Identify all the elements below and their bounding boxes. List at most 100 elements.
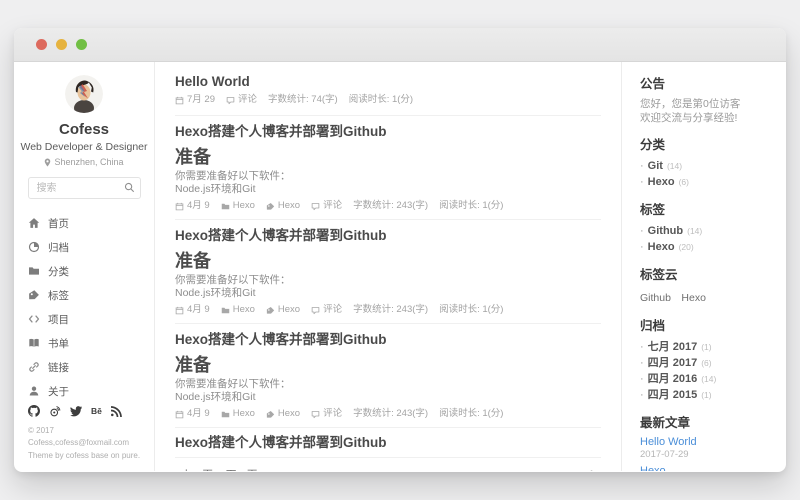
post-category-link[interactable]: Hexo (221, 305, 255, 315)
post-section-heading: 准备 (175, 355, 601, 375)
pagination-prev[interactable]: ‹ 上一页 (175, 469, 213, 471)
archive-item: 四月 2016 (14) (640, 371, 772, 387)
sidebar-nav: 首页 归档 分类 标签 项目 (14, 211, 154, 403)
archive-item: 四月 2017 (6) (640, 355, 772, 371)
post: Hexo搭建个人博客并部署到Github (175, 428, 601, 458)
archive-link[interactable]: 四月 2015 (648, 387, 698, 403)
post-comments-link[interactable]: 评论 (226, 95, 257, 105)
behance-icon[interactable]: Bē (91, 406, 102, 416)
post-comments-link[interactable]: 评论 (311, 201, 342, 211)
tag-icon (266, 306, 275, 315)
code-icon (28, 313, 40, 325)
tag-link[interactable]: Hexo (648, 239, 675, 255)
post-title[interactable]: Hexo搭建个人博客并部署到Github (175, 435, 601, 450)
post-category-link[interactable]: Hexo (221, 201, 255, 211)
browser-window: Cofess Web Developer & Designer Shenzhen… (14, 28, 786, 472)
comment-icon (226, 96, 235, 105)
tag-icon (266, 410, 275, 419)
profile-name: Cofess (59, 121, 109, 138)
avatar-image (65, 75, 103, 113)
tagcloud-title: 标签云 (640, 264, 772, 283)
post-wordcount: 字数统计: 243(字) (353, 201, 428, 211)
post-category-link[interactable]: Hexo (221, 409, 255, 419)
tag-link[interactable]: Github (648, 223, 683, 239)
post-comments-link[interactable]: 评论 (311, 305, 342, 315)
archive-count: (1) (701, 339, 711, 355)
weibo-icon[interactable] (49, 405, 61, 417)
archives-title: 归档 (640, 315, 772, 334)
archive-count: (14) (701, 371, 716, 387)
post-readtime: 阅读时长: 1(分) (439, 409, 503, 419)
post: Hello World 7月 29 评论 字数统计: 74(字) 阅读时长: 1… (175, 62, 601, 116)
minimize-window-button[interactable] (56, 39, 67, 50)
tagcloud-link[interactable]: Github (640, 292, 671, 304)
post-tag-link[interactable]: Hexo (266, 201, 300, 211)
archive-link[interactable]: 四月 2017 (648, 355, 698, 371)
post-excerpt-line: Node.js环境和Git (175, 287, 601, 300)
category-count: (6) (679, 174, 689, 190)
tag-icon (266, 202, 275, 211)
archive-link[interactable]: 七月 2017 (648, 339, 698, 355)
post-title[interactable]: Hexo搭建个人博客并部署到Github (175, 228, 601, 243)
tag-icon (28, 289, 40, 301)
pagination: ‹ 上一页 下一页 › Page 1 of 3 (175, 458, 601, 471)
archive-count: (6) (701, 355, 711, 371)
folder-icon (221, 306, 230, 315)
sidebar-item-archives[interactable]: 归档 (14, 235, 154, 259)
avatar[interactable] (65, 75, 103, 113)
post-title[interactable]: Hexo搭建个人博客并部署到Github (175, 124, 601, 139)
github-icon[interactable] (28, 405, 40, 417)
rss-icon[interactable] (111, 405, 123, 417)
post-meta: 4月 9 Hexo Hexo 评论 字数统计: 243(字) (175, 409, 601, 419)
pagination-next[interactable]: 下一页 › (226, 469, 264, 471)
sidebar-item-home[interactable]: 首页 (14, 211, 154, 235)
comment-icon (311, 306, 320, 315)
tagcloud-link[interactable]: Hexo (681, 292, 706, 304)
post-readtime: 阅读时长: 1(分) (439, 201, 503, 211)
sidebar-item-projects[interactable]: 项目 (14, 307, 154, 331)
notice-title: 公告 (640, 73, 772, 92)
sidebar-item-categories[interactable]: 分类 (14, 259, 154, 283)
calendar-icon (175, 202, 184, 211)
folder-icon (221, 410, 230, 419)
latest-post-date: 2017-07-29 (640, 449, 772, 461)
latest-posts: Hello World 2017-07-29 Hexo Hexo搭建个人博客并部… (640, 436, 772, 471)
post-readtime: 阅读时长: 1(分) (439, 305, 503, 315)
post-tag-link[interactable]: Hexo (266, 409, 300, 419)
profile-location-text: Shenzhen, China (54, 157, 123, 167)
post-wordcount: 字数统计: 243(字) (353, 305, 428, 315)
folder-icon (221, 202, 230, 211)
post-date: 4月 9 (175, 305, 210, 315)
calendar-icon (175, 96, 184, 105)
maximize-window-button[interactable] (76, 39, 87, 50)
post-title[interactable]: Hello World (175, 74, 601, 89)
sidebar-item-books[interactable]: 书单 (14, 331, 154, 355)
search-icon[interactable] (124, 182, 135, 193)
archive-item: 七月 2017 (1) (640, 339, 772, 355)
tag-item: Github (14) (640, 223, 772, 239)
post-excerpt-line: Node.js环境和Git (175, 391, 601, 404)
post-excerpt-line: Node.js环境和Git (175, 183, 601, 196)
archive-item: 四月 2015 (1) (640, 387, 772, 403)
close-window-button[interactable] (36, 39, 47, 50)
sidebar-item-about[interactable]: 关于 (14, 379, 154, 403)
post-date: 4月 9 (175, 201, 210, 211)
archive-link[interactable]: 四月 2016 (648, 371, 698, 387)
post-title[interactable]: Hexo搭建个人博客并部署到Github (175, 332, 601, 347)
sidebar-item-label: 标签 (48, 288, 69, 303)
latest-post-link[interactable]: Hello World (640, 436, 772, 449)
post-comments-link[interactable]: 评论 (311, 409, 342, 419)
tags-title: 标签 (640, 199, 772, 218)
sidebar-item-label: 首页 (48, 216, 69, 231)
post-wordcount: 字数统计: 74(字) (268, 95, 338, 105)
twitter-icon[interactable] (70, 405, 82, 417)
post-tag-link[interactable]: Hexo (266, 305, 300, 315)
sidebar-item-tags[interactable]: 标签 (14, 283, 154, 307)
category-link[interactable]: Hexo (648, 174, 675, 190)
category-link[interactable]: Git (648, 158, 663, 174)
profile-role: Web Developer & Designer (20, 141, 147, 153)
sidebar-item-links[interactable]: 链接 (14, 355, 154, 379)
post-meta: 7月 29 评论 字数统计: 74(字) 阅读时长: 1(分) (175, 95, 601, 105)
theme-credit-line: Theme by cofess base on pure. (28, 450, 144, 462)
latest-post-link[interactable]: Hexo (640, 465, 772, 471)
